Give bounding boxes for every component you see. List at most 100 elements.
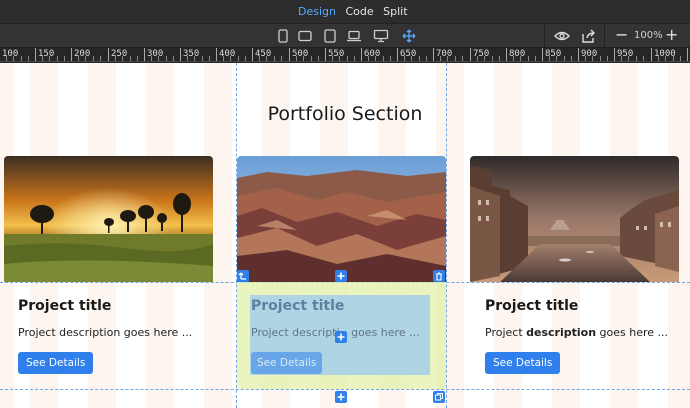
ruler-major-tick xyxy=(71,48,72,61)
toolbar-divider xyxy=(604,24,605,48)
ruler-minor-tick xyxy=(411,56,412,61)
device-toolbar: − 100% + xyxy=(0,24,690,48)
section-title: Portfolio Section xyxy=(267,103,423,125)
ruler-label: 150 xyxy=(38,49,55,59)
ruler-minor-tick xyxy=(202,56,203,61)
ruler-minor-tick xyxy=(571,56,572,61)
ruler-minor-tick xyxy=(592,56,593,61)
ruler-minor-tick xyxy=(556,56,557,61)
ruler-minor-tick xyxy=(628,56,629,61)
see-details-button[interactable]: See Details xyxy=(251,352,323,374)
eye-preview-icon[interactable] xyxy=(553,28,571,44)
ruler-minor-tick xyxy=(318,56,319,61)
design-canvas[interactable]: Portfolio Section Project title Project … xyxy=(0,63,690,408)
sunset-field-image xyxy=(4,156,213,282)
zoom-out-button[interactable]: − xyxy=(615,27,628,43)
ruler-minor-tick xyxy=(6,56,7,61)
desc-part: Project descripti xyxy=(251,326,340,339)
ruler-minor-tick xyxy=(303,56,304,61)
ruler-minor-tick xyxy=(375,56,376,61)
horizontal-ruler: 100 150 200 250 300 350 400 450 500 550 600 650 700 7… xyxy=(0,48,690,62)
ruler-minor-tick xyxy=(643,56,644,61)
ruler-minor-tick xyxy=(390,56,391,61)
portfolio-card[interactable]: Project title Project description goes h… xyxy=(470,156,679,374)
duplicate-icon[interactable] xyxy=(433,391,445,403)
ruler-minor-tick xyxy=(680,56,681,61)
see-details-button[interactable]: See Details xyxy=(18,352,94,374)
ruler-label: 100 xyxy=(2,49,19,59)
ruler-minor-tick xyxy=(549,56,550,61)
ruler-minor-tick xyxy=(130,56,131,61)
desc-part: goes here ... xyxy=(596,326,669,339)
phone-portrait-icon[interactable] xyxy=(274,28,292,44)
ruler-major-tick xyxy=(433,48,434,61)
card-body: Project title Project description goes h… xyxy=(18,298,208,374)
ruler-label: 950 xyxy=(617,49,634,59)
trash-icon[interactable] xyxy=(433,270,445,282)
ruler-minor-tick xyxy=(368,56,369,61)
ruler-label: 350 xyxy=(183,49,200,59)
ruler-minor-tick xyxy=(57,56,58,61)
mode-split[interactable]: Split xyxy=(383,5,407,18)
ruler-minor-tick xyxy=(137,56,138,61)
ruler-minor-tick xyxy=(13,56,14,61)
venice-canal-image xyxy=(470,156,679,282)
row-boundary-guide xyxy=(0,389,690,390)
ruler-minor-tick xyxy=(528,56,529,61)
ruler-minor-tick xyxy=(585,56,586,61)
ruler-minor-tick xyxy=(673,56,674,61)
select-parent-icon[interactable] xyxy=(237,270,249,282)
ruler-minor-tick xyxy=(600,56,601,61)
ruler-label: 850 xyxy=(545,49,562,59)
add-element-icon[interactable] xyxy=(335,270,347,282)
ruler-minor-tick xyxy=(492,56,493,61)
see-details-button[interactable]: See Details xyxy=(485,352,561,374)
mode-design[interactable]: Design xyxy=(298,5,336,18)
ruler-minor-tick xyxy=(100,56,101,61)
phone-landscape-icon[interactable] xyxy=(296,28,314,44)
ruler-minor-tick xyxy=(151,56,152,61)
card-body: Project title Project description goes h… xyxy=(485,298,675,374)
portfolio-card[interactable]: Project title Project description goes h… xyxy=(4,156,213,374)
ruler-minor-tick xyxy=(426,56,427,61)
ruler-minor-tick xyxy=(499,56,500,61)
ruler-minor-tick xyxy=(93,56,94,61)
move-arrows-icon[interactable] xyxy=(400,28,418,44)
ruler-minor-tick xyxy=(64,56,65,61)
desc-part: goes here ... xyxy=(347,326,420,339)
tablet-icon[interactable] xyxy=(321,28,339,44)
ruler-label: 550 xyxy=(328,49,345,59)
card-description: Project description goes here ... xyxy=(485,326,675,339)
ruler-minor-tick xyxy=(78,56,79,61)
ruler-minor-tick xyxy=(238,56,239,61)
desktop-icon[interactable] xyxy=(372,28,390,44)
export-share-icon[interactable] xyxy=(580,28,598,44)
add-element-icon[interactable] xyxy=(335,331,347,343)
ruler-minor-tick xyxy=(281,56,282,61)
ruler-label: 800 xyxy=(509,49,526,59)
add-element-icon[interactable] xyxy=(335,391,347,403)
ruler-major-tick xyxy=(578,48,579,61)
ruler-minor-tick xyxy=(115,56,116,61)
ruler-major-tick xyxy=(108,48,109,61)
ruler-minor-tick xyxy=(259,56,260,61)
ruler-minor-tick xyxy=(245,56,246,61)
laptop-icon[interactable] xyxy=(345,28,363,44)
ruler-label: 700 xyxy=(436,49,453,59)
ruler-major-tick xyxy=(325,48,326,61)
ruler-minor-tick xyxy=(332,56,333,61)
mode-bar: Design Code Split xyxy=(0,0,690,24)
ruler-minor-tick xyxy=(440,56,441,61)
ruler-minor-tick xyxy=(194,56,195,61)
ruler-major-tick xyxy=(651,48,652,61)
portfolio-card-selected[interactable] xyxy=(237,156,446,282)
ruler-minor-tick xyxy=(42,56,43,61)
mode-code[interactable]: Code xyxy=(345,5,373,18)
ruler-minor-tick xyxy=(187,56,188,61)
ruler-minor-tick xyxy=(122,56,123,61)
zoom-in-button[interactable]: + xyxy=(665,27,678,43)
ruler-minor-tick xyxy=(339,56,340,61)
ruler-major-tick xyxy=(470,48,471,61)
ruler-major-tick xyxy=(180,48,181,61)
ruler-label: 600 xyxy=(364,49,381,59)
